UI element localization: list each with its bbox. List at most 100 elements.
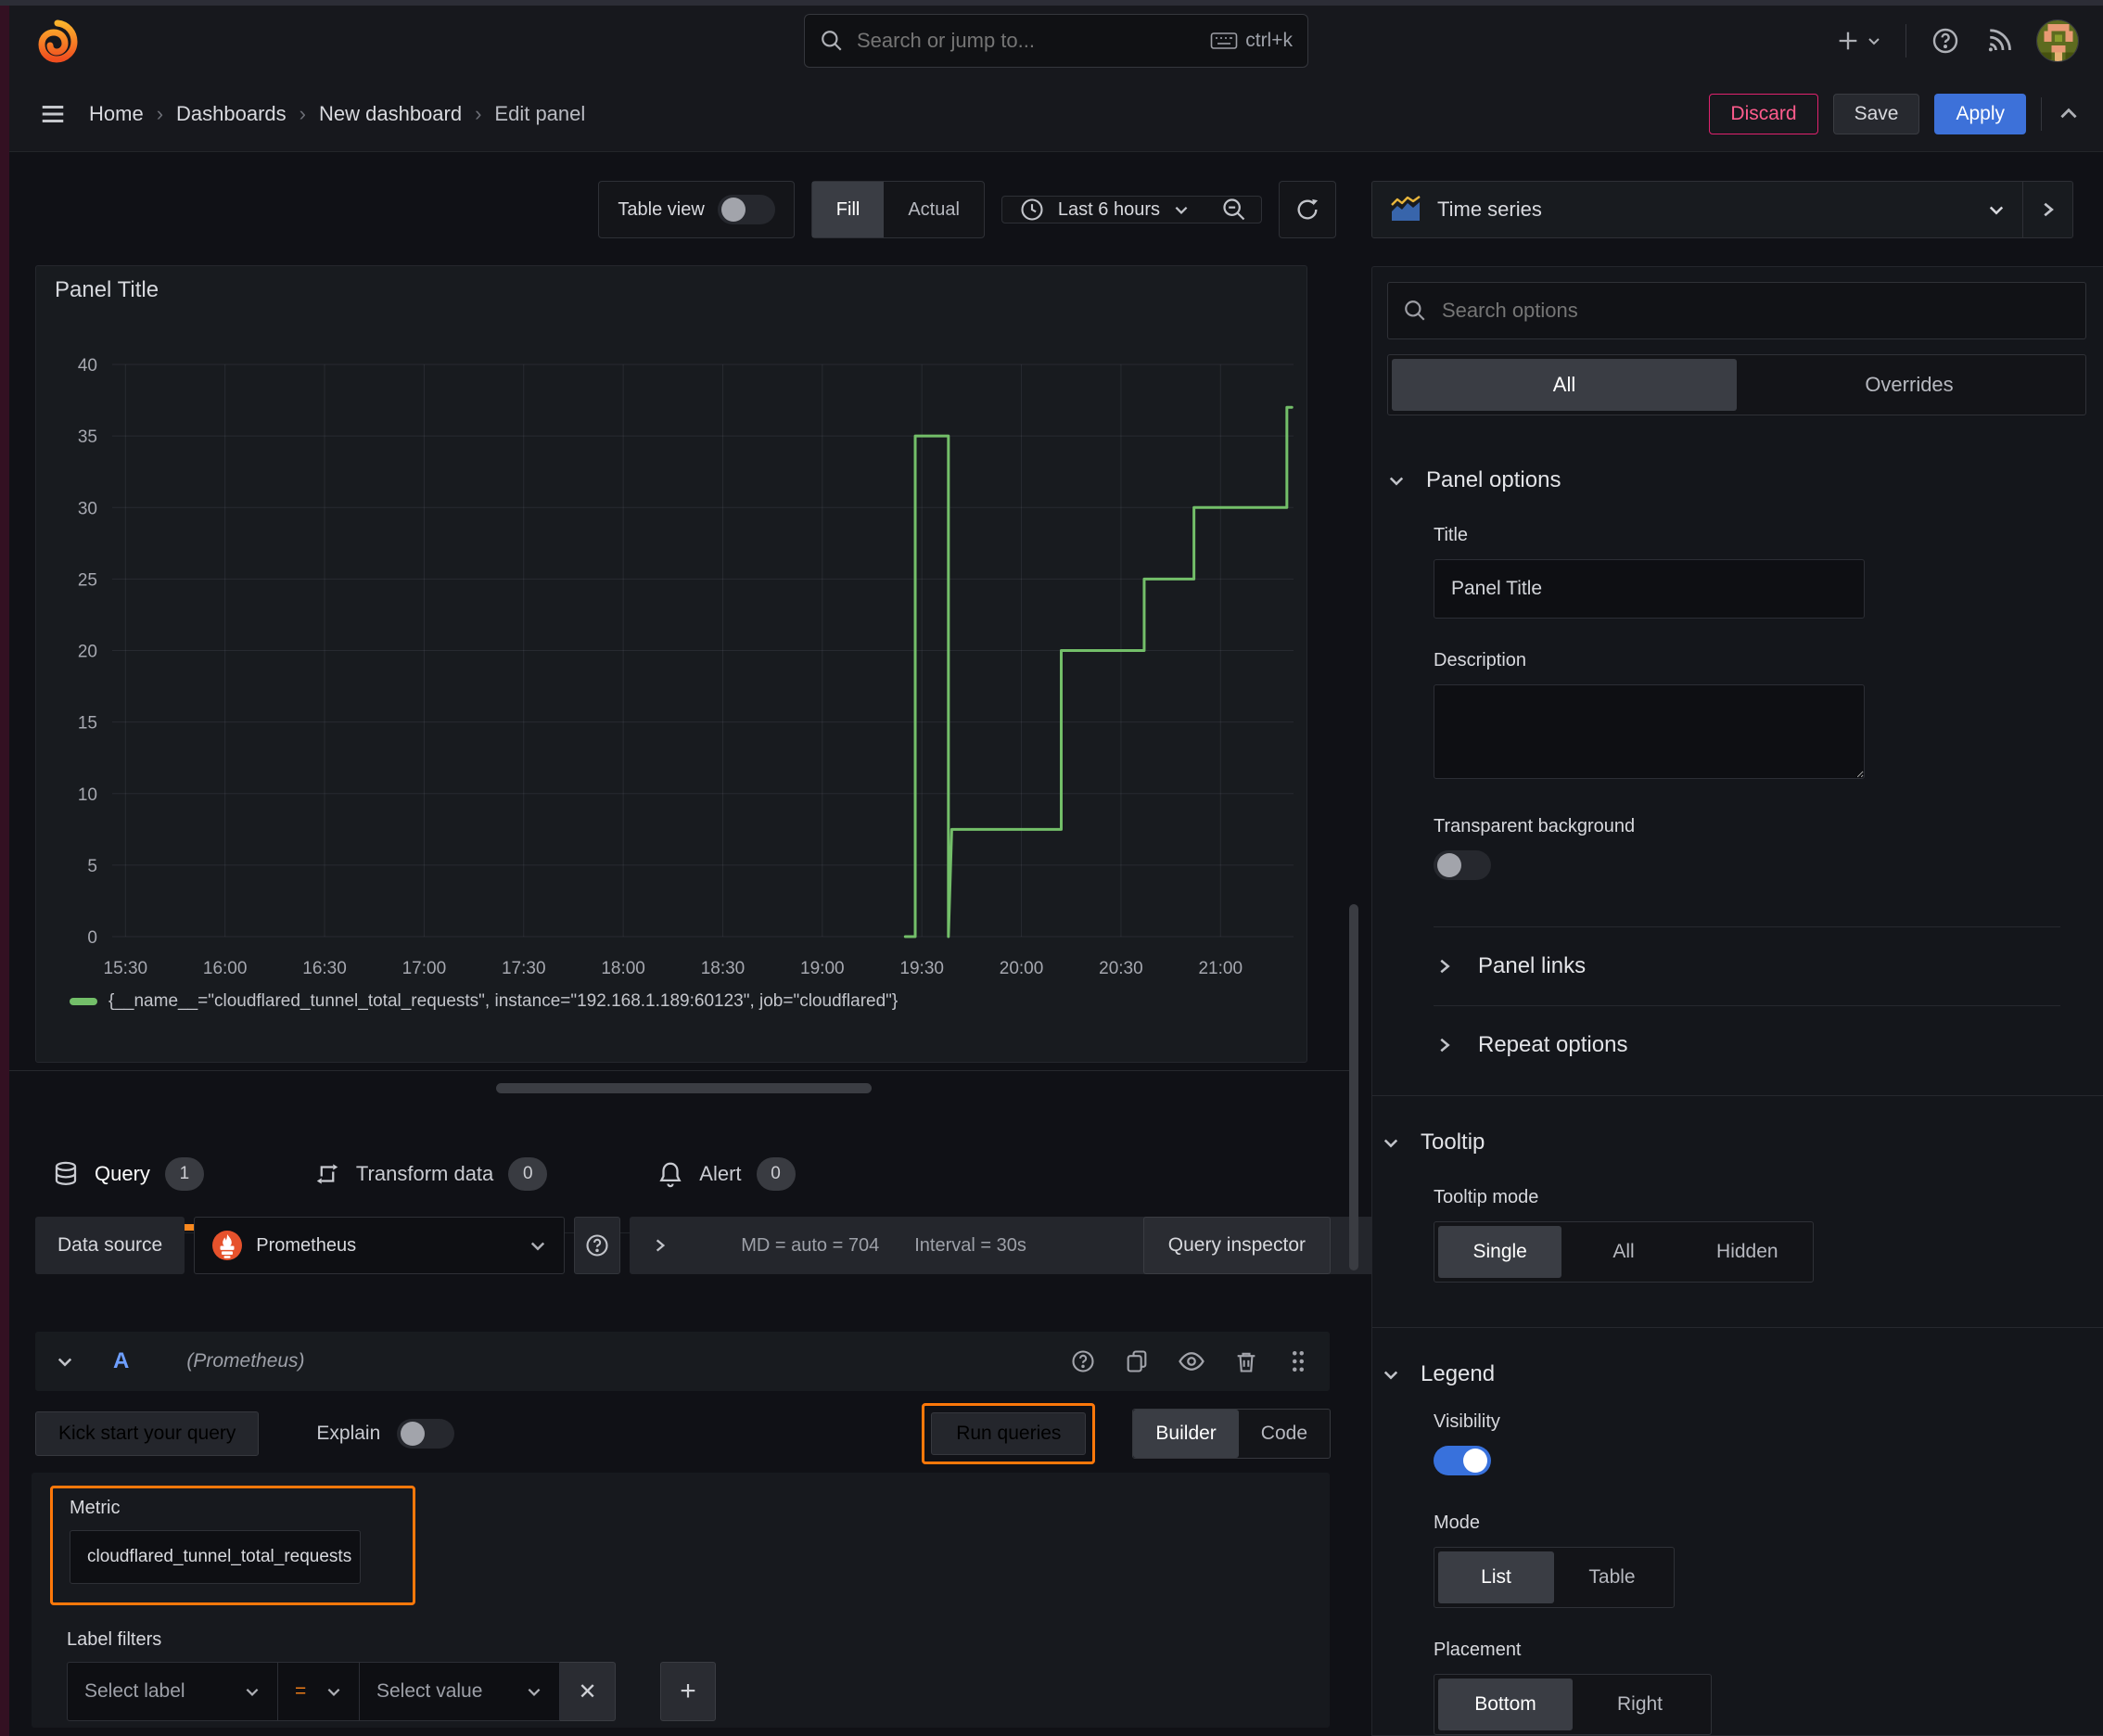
fill-option[interactable]: Fill: [811, 182, 885, 237]
collapse-options-button[interactable]: [2022, 182, 2072, 237]
apply-button[interactable]: Apply: [1934, 93, 2026, 134]
datasource-help-button[interactable]: [574, 1217, 621, 1274]
select-label-dropdown[interactable]: Select label: [67, 1662, 278, 1721]
table-view-label: Table view: [618, 198, 705, 220]
explain-toggle[interactable]: [397, 1419, 455, 1449]
panel-title-input[interactable]: [1434, 559, 1865, 619]
options-search-input[interactable]: [1440, 298, 2071, 324]
resize-drag-handle[interactable]: [496, 1083, 872, 1093]
add-filter-button[interactable]: +: [660, 1662, 716, 1721]
panel-toolbar: Table view Fill Actual Last 6 hours: [598, 181, 1336, 238]
run-queries-button[interactable]: Run queries: [931, 1412, 1087, 1455]
tab-transform-data[interactable]: Transform data 0: [313, 1157, 548, 1191]
tab-query[interactable]: Query 1: [52, 1157, 204, 1191]
query-row-a[interactable]: A (Prometheus): [35, 1332, 1330, 1391]
chart-legend[interactable]: {__name__="cloudflared_tunnel_total_requ…: [36, 991, 1306, 1012]
description-textarea[interactable]: [1434, 684, 1865, 779]
legend-header[interactable]: Legend: [1382, 1361, 2086, 1387]
remove-filter-button[interactable]: ✕: [560, 1662, 616, 1721]
metric-highlight: Metric cloudflared_tunnel_total_requests: [50, 1486, 415, 1605]
visualization-picker[interactable]: Time series: [1372, 182, 2022, 237]
left-edge-strip: [0, 6, 9, 1736]
tooltip-header[interactable]: Tooltip: [1382, 1130, 2086, 1155]
chevron-down-icon: [1389, 477, 1404, 486]
tab-overrides[interactable]: Overrides: [1737, 359, 2082, 411]
trash-icon[interactable]: [1233, 1348, 1259, 1374]
eye-icon[interactable]: [1178, 1347, 1205, 1375]
search-input[interactable]: [855, 28, 1200, 54]
select-value-dropdown[interactable]: Select value: [360, 1662, 560, 1721]
menu-toggle-icon[interactable]: [39, 100, 67, 128]
legend-mode-switch: List Table: [1434, 1547, 1675, 1608]
tooltip-single-option[interactable]: Single: [1438, 1226, 1562, 1278]
time-range-button[interactable]: Last 6 hours: [1002, 197, 1206, 223]
news-rss-icon[interactable]: [1984, 27, 2012, 55]
chevron-down-icon: [528, 1688, 541, 1696]
breadcrumb-separator: ›: [156, 101, 164, 125]
legend-placement-right[interactable]: Right: [1573, 1679, 1707, 1730]
tab-alert[interactable]: Alert 0: [656, 1157, 796, 1191]
panel-options-header[interactable]: Panel options: [1387, 467, 2086, 493]
transform-icon: [316, 1164, 338, 1184]
breadcrumb-dashboards[interactable]: Dashboards: [176, 102, 287, 126]
edit-panel-main: Table view Fill Actual Last 6 hours Pane…: [9, 152, 1403, 1736]
builder-code-switch: Builder Code: [1132, 1409, 1331, 1459]
chevron-down-icon: [1383, 1371, 1398, 1380]
user-avatar[interactable]: [2036, 19, 2079, 62]
max-data-points: MD = auto = 704: [741, 1234, 880, 1256]
drag-grip-icon[interactable]: [1287, 1347, 1309, 1375]
time-series-chart[interactable]: 0 5 10 15 20 25 30 35 40 15:30 16:00 16:30 17:00 17:3…: [36, 303, 1306, 989]
add-menu-button[interactable]: [1835, 28, 1881, 54]
kick-start-button[interactable]: Kick start your query: [35, 1411, 260, 1456]
discard-button[interactable]: Discard: [1709, 93, 1818, 134]
legend-mode-table[interactable]: Table: [1554, 1551, 1670, 1603]
refresh-button[interactable]: [1280, 182, 1335, 237]
chevron-right-icon: [656, 1239, 666, 1252]
legend-mode-list[interactable]: List: [1438, 1551, 1554, 1603]
builder-option[interactable]: Builder: [1133, 1410, 1239, 1458]
refresh-icon: [1297, 198, 1319, 220]
svg-text:18:30: 18:30: [701, 959, 746, 978]
tooltip-hidden-option[interactable]: Hidden: [1686, 1226, 1809, 1278]
breadcrumb-new-dashboard[interactable]: New dashboard: [319, 102, 462, 126]
search-icon: [1405, 300, 1425, 321]
query-builder-panel: Metric cloudflared_tunnel_total_requests…: [32, 1473, 1330, 1728]
chevron-down-icon: [1868, 38, 1880, 45]
breadcrumb: Home › Dashboards › New dashboard › Edit…: [89, 102, 585, 126]
actual-option[interactable]: Actual: [884, 182, 984, 237]
repeat-options-header[interactable]: Repeat options: [1387, 1006, 2086, 1084]
breadcrumb-home[interactable]: Home: [89, 102, 144, 126]
datasource-picker[interactable]: Prometheus: [194, 1217, 566, 1274]
legend-series-label[interactable]: {__name__="cloudflared_tunnel_total_requ…: [108, 991, 898, 1012]
global-search[interactable]: ctrl+k: [804, 14, 1308, 68]
legend-placement-switch: Bottom Right: [1434, 1674, 1712, 1735]
table-view-toggle[interactable]: [717, 195, 775, 224]
duplicate-icon[interactable]: [1124, 1348, 1150, 1374]
tab-all[interactable]: All: [1392, 359, 1737, 411]
fill-actual-control: Fill Actual: [810, 181, 985, 238]
transparent-background-label: Transparent background: [1434, 816, 1636, 836]
legend-visibility-toggle[interactable]: [1434, 1446, 1491, 1475]
save-button[interactable]: Save: [1832, 93, 1920, 134]
help-icon[interactable]: [1931, 26, 1960, 56]
metric-select[interactable]: cloudflared_tunnel_total_requests: [70, 1530, 361, 1584]
svg-text:30: 30: [78, 499, 97, 518]
operator-dropdown[interactable]: =: [278, 1662, 360, 1721]
legend-placement-bottom[interactable]: Bottom: [1438, 1679, 1573, 1730]
breadcrumb-edit-panel: Edit panel: [494, 101, 586, 125]
main-scrollbar[interactable]: [1349, 904, 1358, 1270]
svg-text:25: 25: [78, 570, 97, 590]
collapse-up-icon[interactable]: [2057, 102, 2081, 126]
transparent-background-toggle[interactable]: [1434, 850, 1491, 880]
tooltip-all-option[interactable]: All: [1561, 1226, 1685, 1278]
chevron-down-icon: [531, 1242, 545, 1251]
metric-label: Metric: [70, 1498, 121, 1518]
zoom-out-button[interactable]: [1207, 197, 1261, 223]
panel-links-header[interactable]: Panel links: [1387, 927, 2086, 1005]
code-option[interactable]: Code: [1239, 1410, 1330, 1458]
help-icon[interactable]: [1070, 1348, 1096, 1374]
grafana-logo-icon[interactable]: [35, 19, 80, 63]
svg-text:10: 10: [78, 785, 97, 805]
options-search[interactable]: [1387, 282, 2086, 339]
query-inspector-button[interactable]: Query inspector: [1142, 1217, 1331, 1274]
